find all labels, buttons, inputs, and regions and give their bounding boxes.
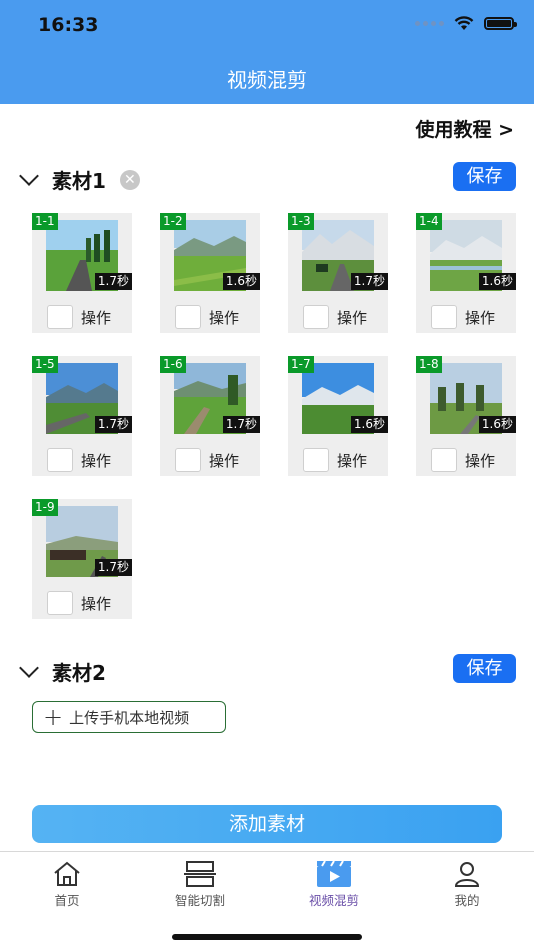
clip-duration: 1.6秒 — [478, 416, 516, 433]
upload-local-video-button[interactable]: + 上传手机本地视频 — [32, 701, 226, 733]
clip-operation[interactable]: 操作 — [431, 305, 495, 329]
tab-smart-cut-label[interactable]: 智能切割 — [140, 890, 260, 909]
clip-operation-label[interactable]: 操作 — [337, 307, 367, 328]
clip-duration: 1.7秒 — [222, 416, 260, 433]
section-1-title: 素材1 — [52, 169, 106, 193]
section-2-header[interactable]: 素材2 — [19, 657, 106, 686]
clip-checkbox[interactable] — [47, 448, 73, 472]
clip-index-badge: 1-6 — [160, 356, 186, 373]
clip-index-badge: 1-7 — [288, 356, 314, 373]
clip-operation[interactable]: 操作 — [431, 448, 495, 472]
tutorial-link[interactable]: 使用教程 > — [415, 115, 514, 142]
tab-home-label[interactable]: 首页 — [7, 890, 127, 909]
clip-duration: 1.6秒 — [222, 273, 260, 290]
add-material-button[interactable]: 添加素材 — [32, 805, 502, 843]
clip-card[interactable]: 1-2 1.6秒 操作 — [160, 213, 260, 333]
clip-operation[interactable]: 操作 — [175, 448, 239, 472]
clip-operation-label[interactable]: 操作 — [81, 593, 111, 614]
tab-video-mix[interactable]: 视频混剪 — [274, 860, 394, 909]
clip-checkbox[interactable] — [47, 591, 73, 615]
clip-operation-label[interactable]: 操作 — [209, 450, 239, 471]
clip-duration: 1.7秒 — [350, 273, 388, 290]
clip-operation-label[interactable]: 操作 — [465, 450, 495, 471]
tab-profile[interactable]: 我的 — [407, 860, 527, 909]
clip-operation-label[interactable]: 操作 — [81, 450, 111, 471]
tab-profile-label[interactable]: 我的 — [407, 890, 527, 909]
status-icons — [415, 16, 517, 31]
clip-card[interactable]: 1-3 1.7秒 操作 — [288, 213, 388, 333]
clip-operation[interactable]: 操作 — [175, 305, 239, 329]
clip-card[interactable]: 1-8 1.6秒 操作 — [416, 356, 516, 476]
clip-index-badge: 1-9 — [32, 499, 58, 516]
video-mix-icon[interactable] — [274, 860, 394, 888]
clip-card[interactable]: 1-1 1.7秒 操作 — [32, 213, 132, 333]
tab-smart-cut[interactable]: 智能切割 — [140, 860, 260, 909]
close-icon[interactable]: ✕ — [119, 169, 140, 190]
clip-index-badge: 1-3 — [288, 213, 314, 230]
battery-icon — [484, 17, 517, 30]
clip-index-badge: 1-8 — [416, 356, 442, 373]
clip-card[interactable]: 1-6 1.7秒 操作 — [160, 356, 260, 476]
clip-card[interactable]: 1-7 1.6秒 操作 — [288, 356, 388, 476]
section-2-title: 素材2 — [52, 661, 106, 685]
tab-video-mix-label[interactable]: 视频混剪 — [274, 890, 394, 909]
profile-icon[interactable] — [407, 860, 527, 888]
clip-duration: 1.6秒 — [478, 273, 516, 290]
clip-duration: 1.7秒 — [94, 273, 132, 290]
page-title: 视频混剪 — [227, 68, 307, 92]
clip-operation-label[interactable]: 操作 — [465, 307, 495, 328]
home-icon[interactable] — [7, 860, 127, 888]
section-2-save-button[interactable]: 保存 — [453, 654, 516, 683]
clip-index-badge: 1-5 — [32, 356, 58, 373]
status-time: 16:33 — [38, 14, 99, 36]
wifi-icon — [454, 16, 474, 30]
clip-operation[interactable]: 操作 — [47, 448, 111, 472]
clip-operation[interactable]: 操作 — [47, 305, 111, 329]
clip-operation[interactable]: 操作 — [47, 591, 111, 615]
clip-card[interactable]: 1-5 1.7秒 操作 — [32, 356, 132, 476]
upload-label: 上传手机本地视频 — [69, 708, 190, 727]
cut-icon[interactable] — [140, 860, 260, 888]
signal-icon — [415, 21, 444, 26]
chevron-down-icon[interactable] — [19, 657, 39, 678]
clip-operation-label[interactable]: 操作 — [81, 307, 111, 328]
clip-checkbox[interactable] — [175, 448, 201, 472]
clip-index-badge: 1-1 — [32, 213, 58, 230]
clip-card[interactable]: 1-4 1.6秒 操作 — [416, 213, 516, 333]
tab-home[interactable]: 首页 — [7, 860, 127, 909]
clip-operation-label[interactable]: 操作 — [337, 450, 367, 471]
clip-operation[interactable]: 操作 — [303, 305, 367, 329]
plus-icon: + — [43, 703, 64, 731]
clip-index-badge: 1-4 — [416, 213, 442, 230]
section-1-save-button[interactable]: 保存 — [453, 162, 516, 191]
clip-duration: 1.7秒 — [94, 416, 132, 433]
clip-checkbox[interactable] — [431, 448, 457, 472]
clip-operation-label[interactable]: 操作 — [209, 307, 239, 328]
clip-checkbox[interactable] — [47, 305, 73, 329]
header: 16:33 视频混剪 — [0, 0, 534, 104]
clip-index-badge: 1-2 — [160, 213, 186, 230]
clip-duration: 1.7秒 — [94, 559, 132, 576]
clip-operation[interactable]: 操作 — [303, 448, 367, 472]
chevron-down-icon[interactable] — [19, 165, 39, 186]
section-1-header[interactable]: 素材1 ✕ — [19, 165, 140, 194]
clip-checkbox[interactable] — [303, 305, 329, 329]
clip-checkbox[interactable] — [431, 305, 457, 329]
clip-checkbox[interactable] — [303, 448, 329, 472]
clip-card[interactable]: 1-9 1.7秒 操作 — [32, 499, 132, 619]
clip-checkbox[interactable] — [175, 305, 201, 329]
clip-duration: 1.6秒 — [350, 416, 388, 433]
home-indicator — [172, 934, 362, 940]
